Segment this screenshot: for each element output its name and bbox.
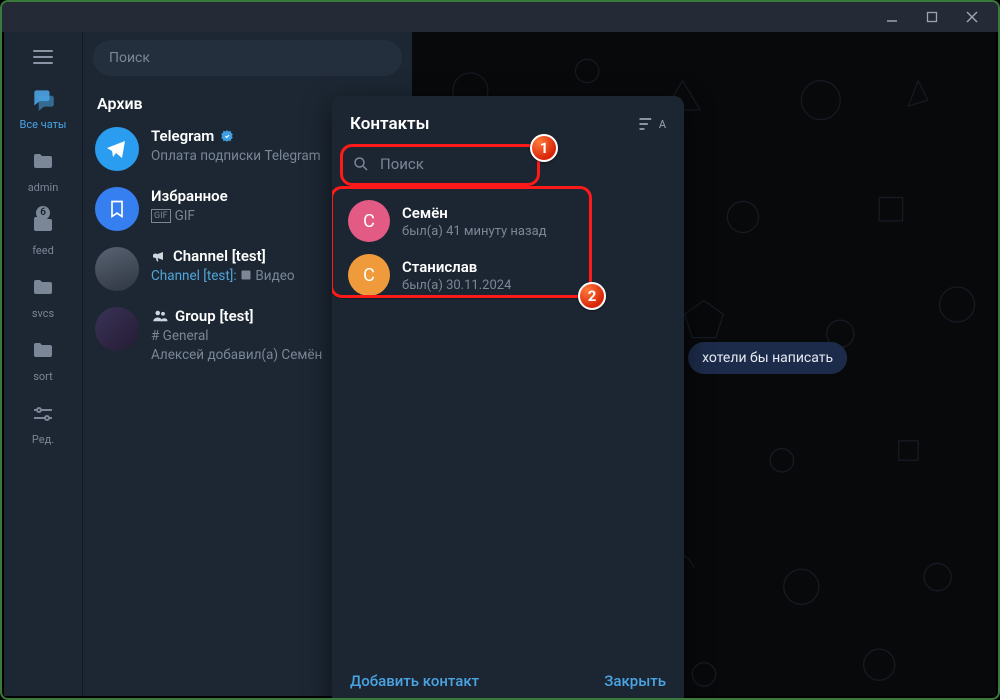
contact-status: был(а) 30.11.2024 [402,278,511,293]
rail-item-all-chats[interactable]: Все чаты [20,84,67,131]
chat-title: Telegram [151,127,214,145]
rail-item-edit-folders[interactable]: Ред. [28,399,58,446]
avatar [95,187,139,231]
hamburger-menu-button[interactable] [33,50,53,64]
rail-badge: 6 [36,206,50,220]
avatar [95,307,139,351]
sort-button[interactable]: A [637,114,666,134]
contacts-modal: Контакты A 1 C Семён [332,96,684,700]
avatar [95,247,139,291]
group-icon [151,307,169,325]
folder-icon [28,336,58,366]
folder-icon [28,147,58,177]
search-placeholder: Поиск [109,50,150,66]
window-titlebar [2,2,998,32]
avatar [95,127,139,171]
rail-label: sort [33,370,53,383]
folder-icon [28,273,58,303]
rail-label: admin [28,181,59,194]
search-input[interactable]: Поиск [93,40,402,76]
rail-item-svcs[interactable]: svcs [28,273,58,320]
chat-title: Group [test] [175,307,254,325]
rail-label: Ред. [32,433,54,446]
close-icon [966,11,978,23]
rail-item-feed[interactable]: 6 feed [28,210,58,257]
annotation-number-1: 1 [530,134,558,162]
contact-status: был(а) 41 минуту назад [402,224,547,239]
window-maximize-button[interactable] [912,5,952,29]
contacts-search-field[interactable] [380,155,520,173]
add-contact-button[interactable]: Добавить контакт [350,672,479,690]
rail-item-admin[interactable]: admin [28,147,59,194]
thumbnail-icon [240,269,252,281]
avatar: C [348,200,390,242]
chat-title: Channel [test] [173,247,266,265]
sort-icon [637,114,657,134]
megaphone-icon [151,248,167,264]
chat-title: Избранное [151,187,228,205]
contact-item[interactable]: C Станислав был(а) 30.11.2024 [342,248,674,302]
window-close-button[interactable] [952,5,992,29]
search-icon [352,155,370,173]
folders-rail: Все чаты admin 6 feed svcs sort [4,32,82,696]
rail-item-sort[interactable]: sort [28,336,58,383]
gif-badge-icon: GIF [151,209,171,223]
telegram-icon [105,137,129,161]
sliders-icon [28,399,58,429]
contacts-search-input[interactable] [342,146,674,182]
avatar: C [348,254,390,296]
annotation-number-2: 2 [578,282,606,310]
contact-name: Станислав [402,258,511,276]
verified-icon [220,129,234,143]
rail-label: feed [32,244,54,257]
minimize-icon [886,11,898,23]
rail-label: svcs [32,307,54,320]
rail-label: Все чаты [20,118,67,131]
contact-name: Семён [402,204,547,222]
window-minimize-button[interactable] [872,5,912,29]
maximize-icon [926,11,938,23]
contact-item[interactable]: C Семён был(а) 41 минуту назад [342,194,674,248]
modal-title: Контакты [350,114,430,134]
chat-bubbles-icon [28,84,58,114]
bookmark-icon [107,199,127,219]
empty-state-hint: хотели бы написать [688,342,847,374]
close-modal-button[interactable]: Закрыть [604,672,666,690]
